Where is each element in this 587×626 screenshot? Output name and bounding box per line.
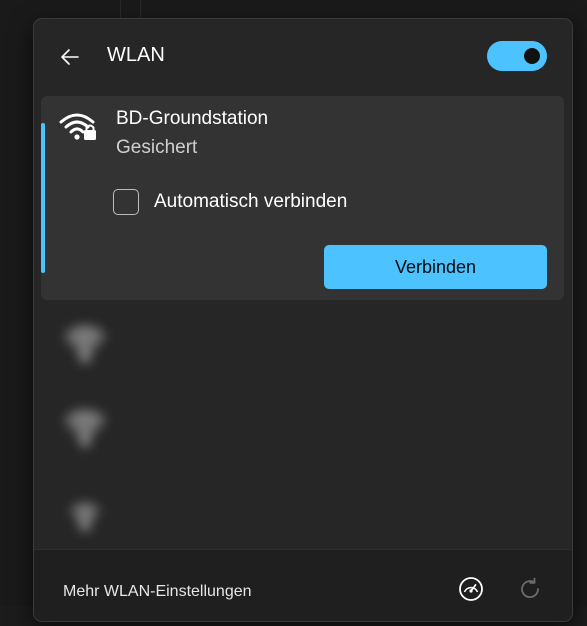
auto-connect-label[interactable]: Automatisch verbinden bbox=[154, 191, 347, 213]
list-item[interactable] bbox=[41, 306, 564, 378]
speedometer-button[interactable] bbox=[455, 573, 487, 605]
wlan-flyout-panel: WLAN BD-Groundstation Gesichert Automati… bbox=[33, 18, 573, 622]
refresh-icon bbox=[521, 577, 539, 598]
wifi-icon bbox=[71, 505, 99, 530]
page-title: WLAN bbox=[107, 44, 165, 66]
wifi-lock-icon bbox=[59, 113, 96, 140]
refresh-button[interactable] bbox=[514, 573, 546, 605]
speedometer-icon bbox=[459, 577, 483, 601]
flyout-header: WLAN bbox=[34, 19, 572, 95]
back-button[interactable] bbox=[54, 41, 86, 73]
auto-connect-checkbox[interactable] bbox=[113, 189, 139, 215]
flyout-footer: Mehr WLAN-Einstellungen bbox=[34, 549, 572, 621]
more-wlan-settings-link[interactable]: Mehr WLAN-Einstellungen bbox=[63, 583, 252, 601]
connect-button[interactable]: Verbinden bbox=[324, 245, 547, 289]
wifi-icon bbox=[65, 328, 105, 362]
list-item[interactable] bbox=[41, 474, 564, 546]
selected-network-card[interactable]: BD-Groundstation Gesichert Automatisch v… bbox=[41, 96, 564, 300]
background-divider bbox=[120, 0, 121, 18]
network-security-status: Gesichert bbox=[116, 137, 198, 158]
list-item[interactable] bbox=[41, 390, 564, 462]
network-list bbox=[34, 302, 572, 549]
arrow-left-icon bbox=[61, 49, 79, 65]
wlan-toggle[interactable] bbox=[487, 41, 547, 71]
wifi-icon bbox=[65, 412, 105, 446]
network-name: BD-Groundstation bbox=[116, 108, 269, 129]
selection-indicator bbox=[41, 123, 45, 273]
toggle-knob bbox=[524, 48, 540, 64]
background-divider bbox=[140, 0, 141, 18]
